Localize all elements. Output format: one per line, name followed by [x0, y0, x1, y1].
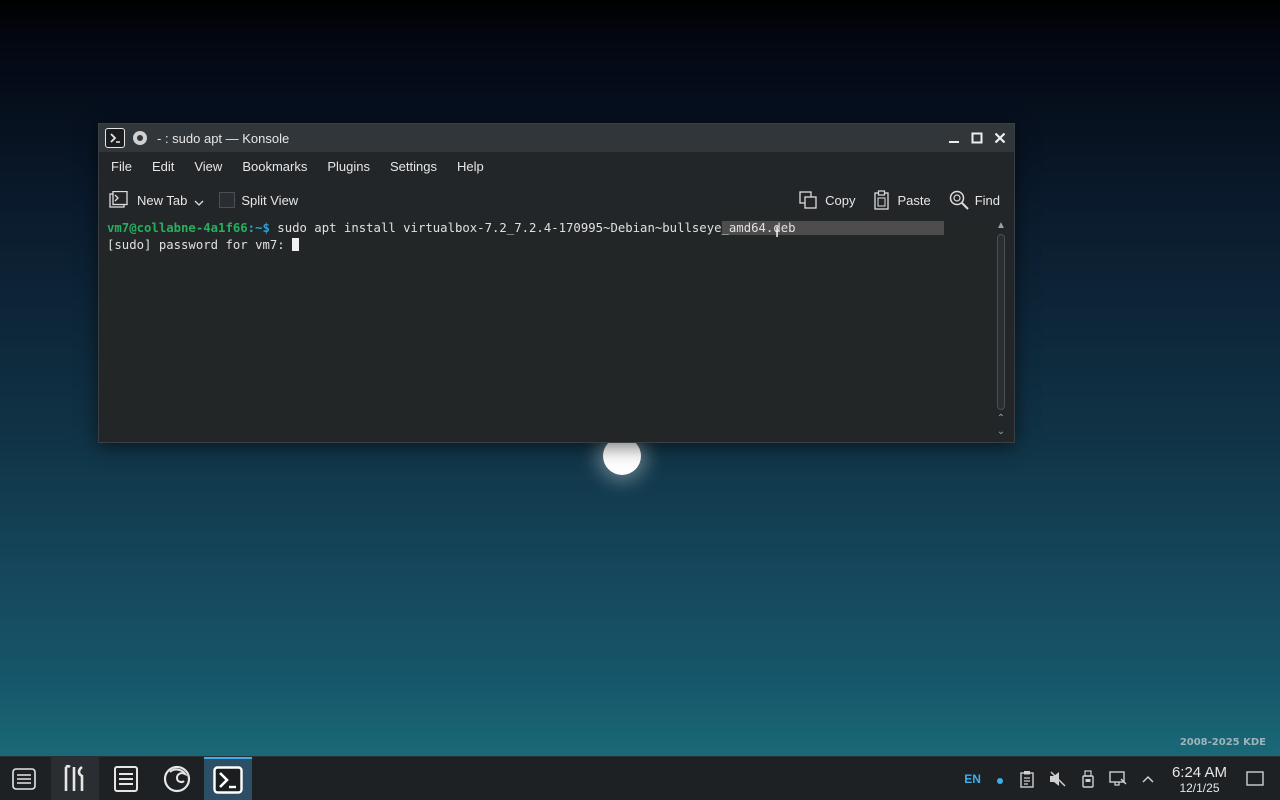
menu-file[interactable]: File	[111, 157, 132, 176]
selection-tail	[795, 221, 944, 235]
new-tab-button[interactable]: New Tab	[109, 191, 205, 209]
terminal-scrollbar[interactable]: ▲ ⌃ ⌄	[994, 220, 1008, 440]
system-tray: EN 6:24 AM 12/1/25	[957, 757, 1280, 800]
show-desktop-icon[interactable]	[1246, 771, 1264, 787]
clock-date: 12/1/25	[1179, 780, 1220, 795]
konsole-app-icon[interactable]	[105, 128, 125, 148]
titlebar[interactable]: - : sudo apt — Konsole	[99, 124, 1014, 152]
search-icon	[949, 190, 969, 210]
split-view-label: Split View	[241, 192, 299, 208]
scroll-track[interactable]	[997, 234, 1005, 410]
network-wired-icon[interactable]	[1109, 771, 1127, 787]
command-text: sudo apt install virtualbox-7.2_7.2.4-17…	[269, 221, 722, 235]
close-button[interactable]	[990, 128, 1010, 148]
split-view-button[interactable]: Split View	[219, 192, 298, 208]
prompt-user: vm7@collabne-4a1f66	[107, 221, 248, 235]
scroll-up-arrow-icon[interactable]: ⌃	[994, 413, 1008, 425]
text-cursor	[292, 238, 300, 251]
command-line: vm7@collabne-4a1f66:~$ sudo apt install …	[107, 220, 985, 237]
menu-bookmarks[interactable]: Bookmarks	[242, 157, 307, 176]
password-line: [sudo] password for vm7:	[107, 237, 985, 254]
scroll-down-icon[interactable]: ⌄	[994, 426, 1008, 438]
password-prompt: [sudo] password for vm7:	[107, 238, 293, 252]
document-icon	[114, 765, 138, 792]
digital-clock[interactable]: 6:24 AM 12/1/25	[1172, 764, 1227, 795]
menubar: File Edit View Bookmarks Plugins Setting…	[99, 152, 1014, 180]
menu-view[interactable]: View	[194, 157, 222, 176]
task-konsole[interactable]	[204, 756, 252, 800]
new-tab-icon	[109, 191, 128, 208]
wallpaper-copyright: 2008-2025 KDE	[1179, 737, 1266, 748]
task-firefox[interactable]	[153, 757, 201, 800]
settings-tools-icon	[64, 764, 84, 791]
konsole-icon	[213, 765, 243, 794]
copy-label: Copy	[825, 192, 856, 208]
usb-device-icon[interactable]	[1081, 770, 1095, 788]
firefox-icon	[163, 765, 191, 792]
maximize-button[interactable]	[967, 128, 987, 148]
copy-button[interactable]: Copy	[799, 191, 855, 209]
new-tab-label: New Tab	[137, 192, 188, 208]
copy-icon	[799, 191, 817, 209]
clipboard-icon[interactable]	[1019, 770, 1035, 788]
task-system-settings[interactable]	[51, 756, 99, 800]
keep-above-pin-icon[interactable]	[133, 131, 147, 145]
scroll-up-icon[interactable]: ▲	[994, 220, 1008, 232]
ibeam-cursor-icon: Ⅰ	[775, 225, 780, 241]
clock-time: 6:24 AM	[1171, 763, 1227, 781]
paste-button[interactable]: Paste	[873, 190, 931, 210]
konsole-window[interactable]: - : sudo apt — Konsole File Edit View Bo…	[98, 123, 1015, 443]
split-view-icon	[219, 192, 236, 208]
menu-icon	[12, 767, 36, 790]
chevron-down-icon[interactable]	[193, 197, 205, 209]
selected-text: _amd64.deb	[721, 221, 796, 235]
terminal-output[interactable]: vm7@collabne-4a1f66:~$ sudo apt install …	[103, 220, 989, 438]
menu-plugins[interactable]: Plugins	[327, 157, 370, 176]
show-hidden-icons-chevron-up-icon[interactable]	[1141, 774, 1155, 784]
volume-muted-icon[interactable]	[1049, 771, 1067, 787]
application-launcher[interactable]	[0, 757, 48, 800]
task-file-manager[interactable]	[102, 757, 150, 800]
window-title: - : sudo apt — Konsole	[157, 130, 290, 146]
paste-label: Paste	[897, 192, 931, 208]
menu-edit[interactable]: Edit	[152, 157, 174, 176]
keyboard-layout-indicator[interactable]: EN	[964, 772, 981, 786]
taskbar: EN 6:24 AM 12/1/25	[0, 756, 1280, 800]
find-button[interactable]: Find	[949, 190, 1000, 210]
find-label: Find	[974, 192, 1000, 208]
minimize-button[interactable]	[944, 128, 964, 148]
toolbar: New Tab Split View Copy Paste Find	[99, 180, 1014, 220]
notification-dot-icon[interactable]	[995, 774, 1005, 784]
paste-icon	[874, 190, 890, 210]
menu-settings[interactable]: Settings	[390, 157, 437, 176]
menu-help[interactable]: Help	[457, 157, 484, 176]
prompt-path: :~$	[247, 221, 270, 235]
